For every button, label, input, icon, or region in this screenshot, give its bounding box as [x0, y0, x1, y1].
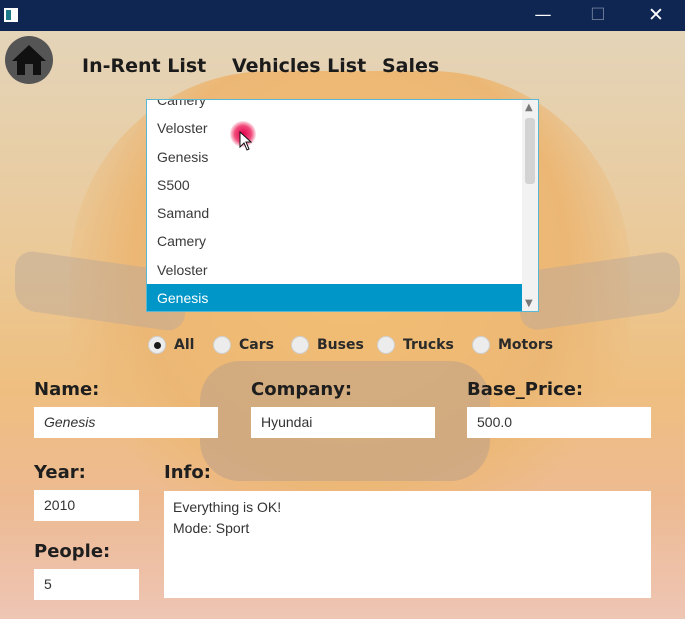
menu-in-rent-list[interactable]: In-Rent List [82, 55, 206, 77]
radio-label: Cars [239, 337, 274, 353]
home-icon [12, 45, 46, 75]
listbox-scrollbar[interactable]: ▲ ▼ [522, 100, 538, 311]
people-label: People: [34, 541, 111, 562]
radio-dot[interactable] [148, 336, 166, 354]
info-label: Info: [164, 462, 211, 483]
name-field[interactable]: Genesis [34, 407, 218, 438]
year-field[interactable]: 2010 [34, 490, 139, 521]
radio-label: All [174, 337, 195, 353]
list-item[interactable]: Camery [147, 227, 523, 255]
scrollbar-thumb[interactable] [525, 118, 535, 184]
filter-radio-trucks[interactable]: Trucks [377, 335, 454, 355]
maximize-button[interactable]: ☐ [576, 0, 620, 31]
list-item[interactable]: Veloster [147, 256, 523, 284]
people-field[interactable]: 5 [34, 569, 139, 600]
base-price-field[interactable]: 500.0 [467, 407, 651, 438]
base-price-label: Base_Price: [467, 379, 584, 400]
list-item[interactable]: Camery [147, 100, 523, 114]
company-field[interactable]: Hyundai [251, 407, 435, 438]
radio-dot[interactable] [213, 336, 231, 354]
menu-vehicles-list[interactable]: Vehicles List [232, 55, 366, 77]
radio-dot[interactable] [472, 336, 490, 354]
radio-dot[interactable] [377, 336, 395, 354]
list-item[interactable]: S500 [147, 171, 523, 199]
company-label: Company: [251, 379, 353, 400]
minimize-button[interactable]: — [521, 0, 565, 31]
home-button[interactable] [5, 36, 53, 84]
menu-sales[interactable]: Sales [382, 55, 439, 77]
scroll-down-icon[interactable]: ▼ [525, 298, 533, 309]
info-textarea[interactable]: Everything is OK! Mode: Sport [164, 491, 651, 598]
name-label: Name: [34, 379, 100, 400]
mouse-cursor-icon [239, 131, 253, 151]
radio-dot[interactable] [291, 336, 309, 354]
year-label: Year: [34, 462, 86, 483]
filter-radio-cars[interactable]: Cars [213, 335, 274, 355]
list-item-selected[interactable]: Genesis [147, 284, 523, 311]
list-item[interactable]: Genesis [147, 143, 523, 171]
close-button[interactable]: ✕ [634, 0, 678, 31]
list-item[interactable]: Veloster [147, 114, 523, 142]
radio-label: Buses [317, 337, 364, 353]
radio-label: Motors [498, 337, 554, 353]
filter-radio-buses[interactable]: Buses [291, 335, 364, 355]
title-bar: — ☐ ✕ [0, 0, 685, 31]
filter-radio-motors[interactable]: Motors [472, 335, 553, 355]
vehicle-listbox[interactable]: Camery Veloster Genesis S500 Samand Came… [146, 99, 539, 312]
radio-label: Trucks [403, 337, 454, 353]
app-icon [4, 8, 18, 22]
filter-radio-all[interactable]: All [148, 335, 194, 355]
scroll-up-icon[interactable]: ▲ [525, 102, 533, 113]
list-item[interactable]: Samand [147, 199, 523, 227]
